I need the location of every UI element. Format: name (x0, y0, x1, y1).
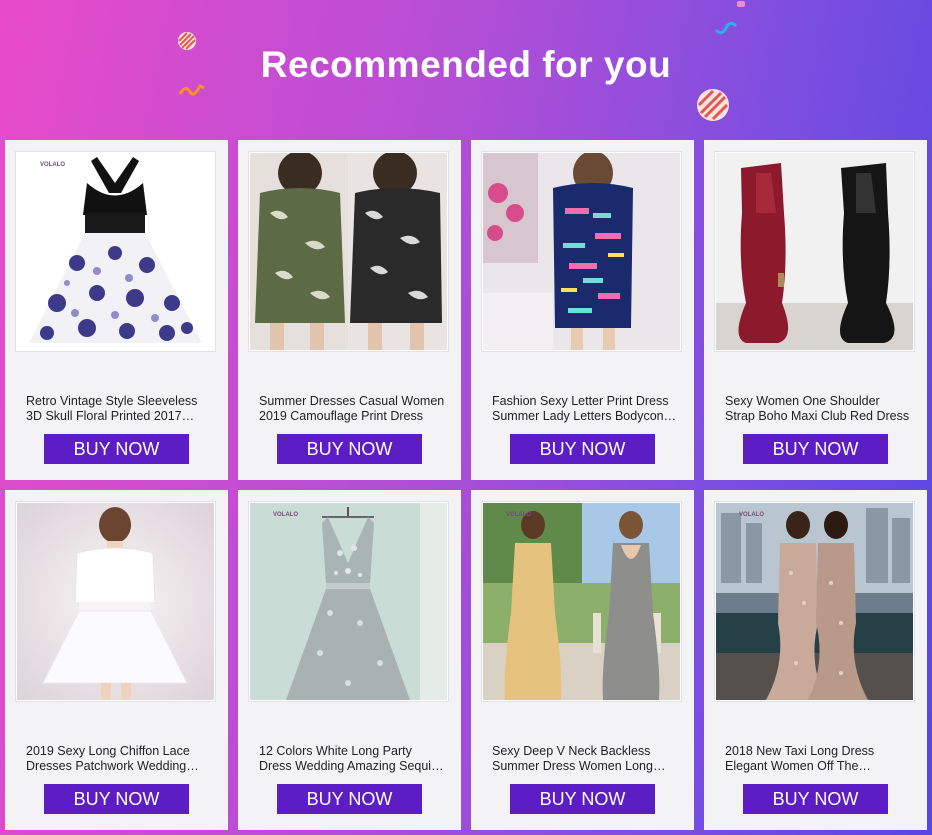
buy-now-button[interactable]: BUY NOW (743, 784, 888, 814)
header-banner: Recommended for you (0, 0, 932, 138)
buy-now-button[interactable]: BUY NOW (44, 784, 189, 814)
product-image-frame[interactable]: VOLALO (15, 151, 216, 352)
product-name[interactable]: Fashion Sexy Letter Print Dress Summer L… (492, 394, 678, 424)
product-image-frame[interactable]: VOLALO (714, 501, 915, 702)
tulle-gown-image[interactable] (250, 503, 447, 700)
product-name[interactable]: 12 Colors White Long Party Dress Wedding… (259, 744, 445, 774)
backless-gown-image[interactable] (483, 503, 680, 700)
product-image-frame[interactable]: VOLALO (248, 501, 449, 702)
buy-now-button[interactable]: BUY NOW (44, 434, 189, 464)
brand-logo: VOLALO (506, 512, 531, 518)
floral-halter-dress-image[interactable] (17, 153, 214, 350)
product-card[interactable]: Sexy Women One Shoulder Strap Boho Maxi … (704, 140, 927, 480)
product-card[interactable]: VOLALO Sexy Deep V Neck Backless Summer … (471, 490, 694, 830)
buy-now-button[interactable]: BUY NOW (277, 784, 422, 814)
brand-logo: VOLALO (40, 162, 65, 168)
product-card[interactable]: 2019 Sexy Long Chiffon Lace Dresses Patc… (5, 490, 228, 830)
brand-logo: VOLALO (739, 512, 764, 518)
confetti-icon (714, 21, 738, 35)
product-image-frame[interactable]: VOLALO (481, 501, 682, 702)
page-title: Recommended for you (260, 44, 672, 85)
confetti-icon (737, 1, 745, 7)
product-name[interactable]: Retro Vintage Style Sleeveless 3D Skull … (26, 394, 212, 424)
product-name[interactable]: 2018 New Taxi Long Dress Elegant Women O… (725, 744, 911, 774)
product-card[interactable]: VOLALO 2018 New Taxi Long Dress Elegant … (704, 490, 927, 830)
product-card[interactable]: Summer Dresses Casual Women 2019 Camoufl… (238, 140, 461, 480)
product-image-frame[interactable] (714, 151, 915, 352)
buy-now-button[interactable]: BUY NOW (510, 434, 655, 464)
buy-now-button[interactable]: BUY NOW (743, 434, 888, 464)
product-name[interactable]: Summer Dresses Casual Women 2019 Camoufl… (259, 394, 445, 424)
camouflage-dress-image[interactable] (250, 153, 447, 350)
sequin-mermaid-gown-image[interactable] (716, 503, 913, 700)
product-name[interactable]: 2019 Sexy Long Chiffon Lace Dresses Patc… (26, 744, 212, 774)
product-card[interactable]: VOLALO Retro Vintage Style Sleeveless 3D… (5, 140, 228, 480)
product-image-frame[interactable] (248, 151, 449, 352)
satin-maxi-dress-image[interactable] (716, 153, 913, 350)
white-lace-dress-image[interactable] (17, 503, 214, 700)
product-image-frame[interactable] (15, 501, 216, 702)
product-name[interactable]: Sexy Deep V Neck Backless Summer Dress W… (492, 744, 678, 774)
product-image-frame[interactable] (481, 151, 682, 352)
product-card[interactable]: Fashion Sexy Letter Print Dress Summer L… (471, 140, 694, 480)
product-name[interactable]: Sexy Women One Shoulder Strap Boho Maxi … (725, 394, 911, 424)
product-card[interactable]: VOLALO 12 Colors White Long Party Dress … (238, 490, 461, 830)
buy-now-button[interactable]: BUY NOW (277, 434, 422, 464)
brand-logo: VOLALO (273, 512, 298, 518)
letter-print-dress-image[interactable] (483, 153, 680, 350)
buy-now-button[interactable]: BUY NOW (510, 784, 655, 814)
candy-icon (697, 89, 729, 121)
